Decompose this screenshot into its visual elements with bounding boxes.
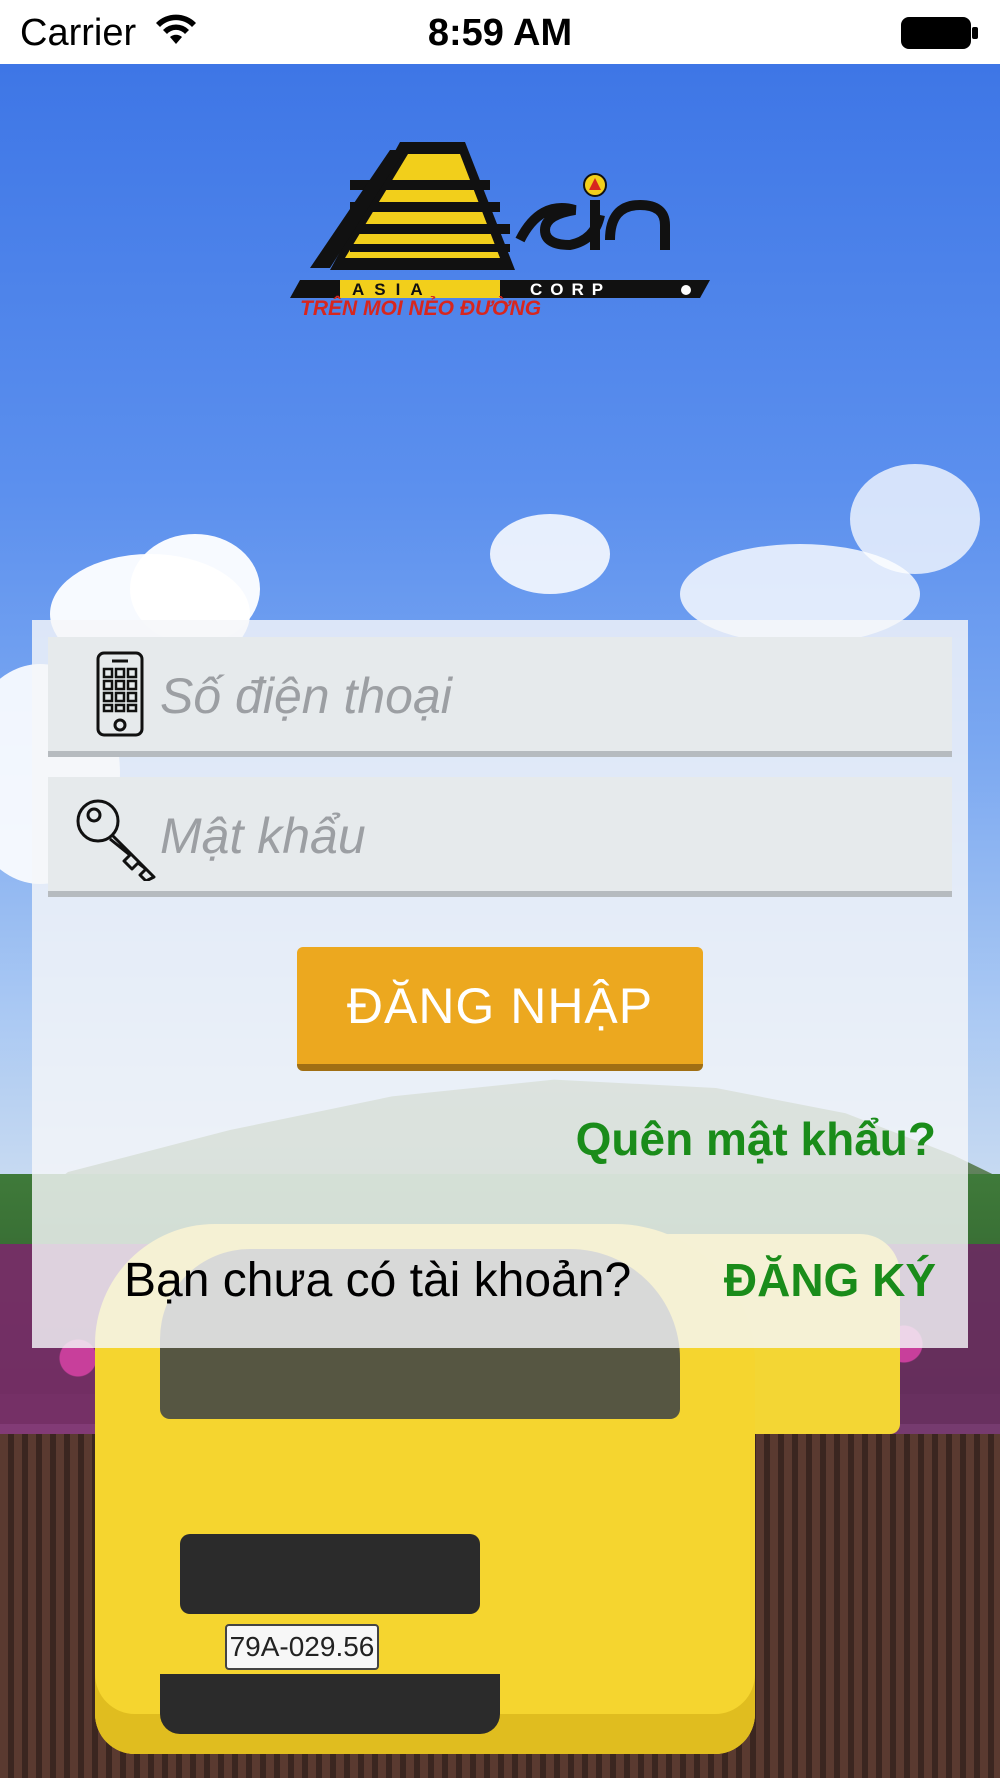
status-bar: Carrier 8:59 AM bbox=[0, 0, 1000, 64]
login-button[interactable]: ĐĂNG NHẬP bbox=[297, 947, 703, 1071]
logo-tagline: TRÊN MỌI NẺO ĐƯỜNG bbox=[300, 296, 541, 315]
forgot-password-link[interactable]: Quên mật khẩu? bbox=[576, 1112, 936, 1166]
password-input[interactable] bbox=[158, 787, 932, 885]
phone-field[interactable] bbox=[48, 637, 952, 757]
taxi-bumper bbox=[160, 1674, 500, 1734]
cloud bbox=[850, 464, 980, 574]
phone-icon bbox=[96, 651, 144, 737]
clock: 8:59 AM bbox=[427, 12, 573, 54]
no-account-label: Bạn chưa có tài khoản? bbox=[124, 1254, 632, 1307]
license-plate: 79A-029.56 bbox=[225, 1624, 379, 1670]
svg-text:CORP: CORP bbox=[530, 280, 611, 299]
password-field[interactable] bbox=[48, 777, 952, 897]
phone-input[interactable] bbox=[158, 647, 932, 745]
taxi-grill bbox=[180, 1534, 480, 1614]
cloud bbox=[490, 514, 610, 594]
register-link[interactable]: ĐĂNG KÝ bbox=[724, 1253, 936, 1307]
asia-corp-logo: ASIA CORP TRÊN MỌI NẺO ĐƯỜNG bbox=[290, 142, 710, 315]
key-icon bbox=[76, 799, 156, 881]
battery-icon bbox=[901, 17, 978, 49]
